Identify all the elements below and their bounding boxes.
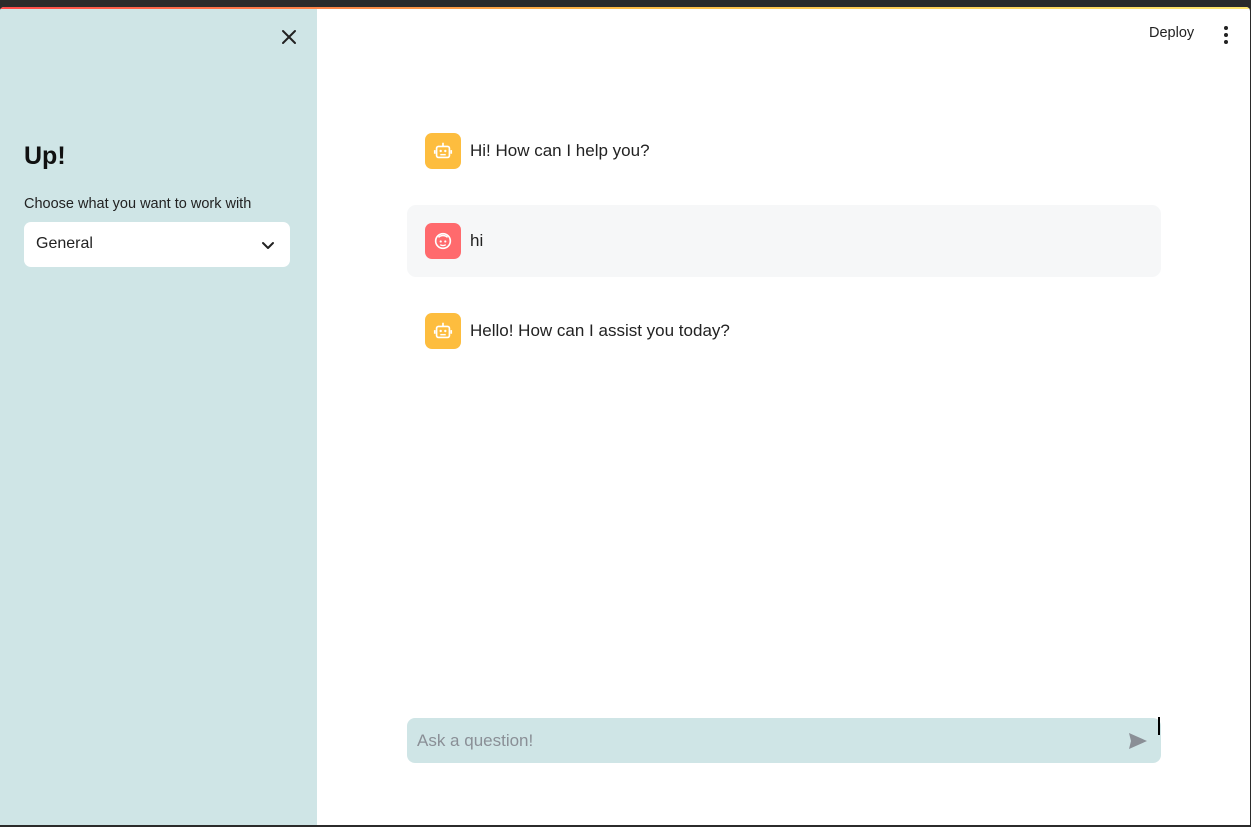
chat-input-container [407, 718, 1161, 763]
send-button[interactable] [1127, 730, 1149, 752]
chevron-down-icon [262, 242, 274, 249]
send-icon [1129, 733, 1147, 749]
more-vertical-icon [1224, 26, 1228, 44]
assistant-avatar [425, 133, 461, 169]
message-text: Hi! How can I help you? [470, 141, 650, 160]
main-menu-button[interactable] [1216, 24, 1236, 46]
app-window: Up! Choose what you want to work with Ge… [0, 7, 1250, 825]
message-text: Hello! How can I assist you today? [470, 321, 730, 340]
text-cursor [1158, 717, 1160, 735]
assistant-avatar [425, 313, 461, 349]
close-sidebar-button[interactable] [278, 26, 300, 48]
robot-icon [433, 142, 453, 159]
topic-select[interactable]: General [24, 222, 290, 267]
close-icon [282, 30, 296, 44]
message-text: hi [470, 231, 484, 250]
select-value: General [36, 235, 93, 252]
select-label: Choose what you want to work with [24, 196, 252, 212]
chat-message-assistant: Hi! How can I help you? [407, 115, 1161, 187]
chat-message-user: hi [407, 205, 1161, 277]
sidebar-title: Up! [24, 142, 66, 170]
chat-message-assistant: Hello! How can I assist you today? [407, 295, 1161, 367]
user-avatar [425, 223, 461, 259]
deploy-button[interactable]: Deploy [1149, 25, 1194, 41]
chat-input[interactable] [417, 718, 1117, 763]
robot-icon [433, 322, 453, 339]
sidebar: Up! Choose what you want to work with Ge… [0, 9, 317, 825]
user-face-icon [434, 232, 452, 250]
